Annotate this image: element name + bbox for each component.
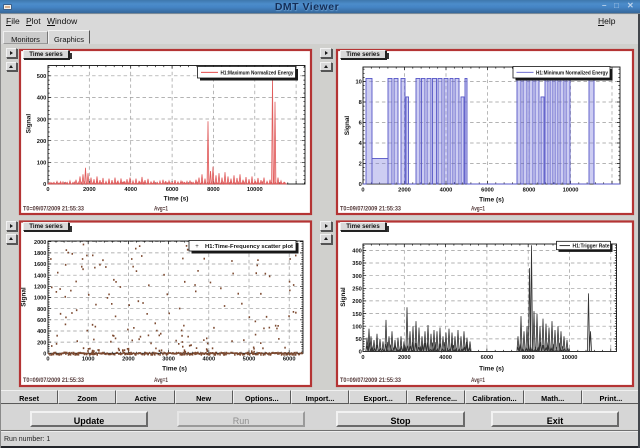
svg-text:Time (s): Time (s) — [479, 365, 504, 372]
svg-text:1000: 1000 — [34, 296, 46, 302]
svg-text:400: 400 — [352, 249, 362, 255]
svg-text:0: 0 — [361, 355, 364, 361]
svg-text:4000: 4000 — [440, 188, 453, 194]
svg-text:2000: 2000 — [398, 188, 411, 194]
svg-text:150: 150 — [352, 312, 362, 318]
svg-text:800: 800 — [37, 307, 46, 313]
svg-text:4000: 4000 — [124, 187, 137, 193]
svg-text:H1:Time-Frequency scatter plot: H1:Time-Frequency scatter plot — [205, 244, 293, 250]
svg-text:1200: 1200 — [34, 285, 46, 291]
svg-text:6000: 6000 — [283, 357, 296, 363]
svg-text:Time (s): Time (s) — [479, 196, 504, 203]
svg-text:Signal: Signal — [344, 116, 351, 136]
svg-text:5000: 5000 — [243, 357, 256, 363]
svg-text:0: 0 — [361, 188, 364, 194]
svg-text:2000: 2000 — [34, 240, 46, 246]
svg-text:300: 300 — [352, 274, 362, 280]
svg-text:3000: 3000 — [162, 357, 175, 363]
svg-text:10000: 10000 — [247, 187, 263, 193]
svg-text:350: 350 — [352, 261, 362, 267]
svg-text:1800: 1800 — [34, 251, 46, 257]
svg-text:4000: 4000 — [439, 355, 452, 361]
svg-text:Avg=1: Avg=1 — [471, 378, 486, 384]
svg-text:100: 100 — [352, 324, 362, 330]
svg-text:0: 0 — [46, 187, 49, 193]
svg-text:8: 8 — [359, 100, 362, 106]
svg-text:H1:Maximum Normalized Energy: H1:Maximum Normalized Energy — [221, 70, 294, 76]
svg-text:200: 200 — [352, 299, 362, 305]
svg-text:8000: 8000 — [523, 188, 536, 194]
svg-text:400: 400 — [37, 96, 47, 102]
svg-text:Time (s): Time (s) — [164, 196, 189, 203]
svg-text:2000: 2000 — [83, 187, 96, 193]
svg-text:10000: 10000 — [563, 188, 579, 194]
svg-text:200: 200 — [37, 340, 46, 346]
svg-text:300: 300 — [37, 117, 47, 123]
svg-text:10: 10 — [355, 80, 361, 86]
svg-text:4000: 4000 — [202, 357, 215, 363]
svg-text:T0=09/07/2009 21:55:33: T0=09/07/2009 21:55:33 — [340, 207, 402, 213]
svg-text:Avg=1: Avg=1 — [471, 207, 486, 213]
svg-text:1600: 1600 — [34, 262, 46, 268]
svg-text:T0=09/07/2009 21:55:33: T0=09/07/2009 21:55:33 — [340, 378, 402, 384]
svg-text:H1:Trigger Rate: H1:Trigger Rate — [573, 244, 610, 250]
svg-text:200: 200 — [37, 139, 47, 145]
svg-text:400: 400 — [37, 329, 46, 335]
svg-text:Signal: Signal — [26, 114, 33, 134]
svg-text:0: 0 — [46, 357, 49, 363]
svg-text:8000: 8000 — [207, 187, 220, 193]
svg-text:8000: 8000 — [522, 355, 535, 361]
svg-text:100: 100 — [37, 161, 47, 167]
svg-text:6000: 6000 — [481, 188, 494, 194]
svg-text:250: 250 — [352, 287, 362, 293]
svg-text:Signal: Signal — [340, 287, 347, 307]
svg-text:500: 500 — [37, 74, 47, 80]
svg-text:Time (s): Time (s) — [162, 365, 187, 372]
svg-text:T0=09/07/2009 21:55:33: T0=09/07/2009 21:55:33 — [23, 207, 85, 213]
svg-text:6: 6 — [359, 121, 362, 127]
svg-text:Avg=1: Avg=1 — [154, 378, 169, 384]
svg-text:+: + — [195, 244, 199, 250]
svg-text:10000: 10000 — [562, 355, 578, 361]
svg-text:50: 50 — [355, 337, 361, 343]
svg-text:6000: 6000 — [481, 355, 494, 361]
svg-text:600: 600 — [37, 318, 46, 324]
svg-text:6000: 6000 — [166, 187, 179, 193]
svg-text:1000: 1000 — [82, 357, 95, 363]
svg-text:T0=09/07/2009 21:55:33: T0=09/07/2009 21:55:33 — [23, 378, 85, 384]
svg-text:2000: 2000 — [398, 355, 411, 361]
svg-text:2000: 2000 — [122, 357, 135, 363]
svg-text:H1:Minimum Normalized Energy: H1:Minimum Normalized Energy — [536, 70, 608, 76]
svg-text:2: 2 — [359, 162, 362, 168]
svg-text:Avg=1: Avg=1 — [154, 207, 169, 213]
svg-text:1400: 1400 — [34, 273, 46, 279]
svg-text:Signal: Signal — [21, 287, 28, 307]
